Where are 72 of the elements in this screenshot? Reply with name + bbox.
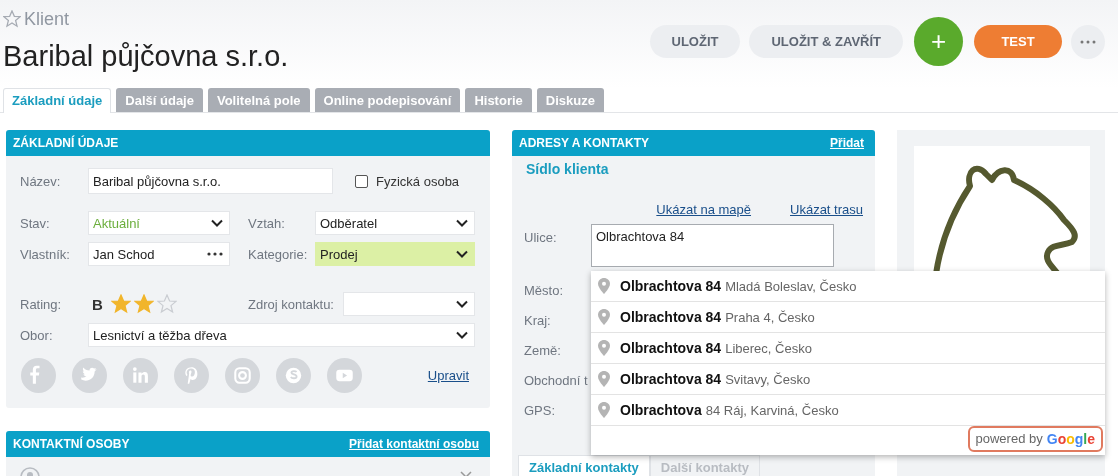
social-link-icon[interactable] (276, 358, 311, 393)
source-select[interactable] (343, 292, 475, 316)
suggestion-item[interactable]: Olbrachtova 84 Praha 4, Česko (591, 302, 1105, 333)
social-link-icon[interactable] (123, 358, 158, 393)
star-icon[interactable] (156, 294, 177, 314)
star-icon[interactable] (133, 294, 154, 314)
category-select[interactable]: Prodej (315, 242, 475, 266)
star-icon[interactable] (110, 294, 131, 314)
field-label: Zdroj kontaktu: (248, 296, 335, 312)
attribution-badge: powered by Google (967, 426, 1103, 452)
more-button[interactable] (1071, 24, 1105, 59)
name-input[interactable]: Baribal půjčovna s.r.o. (88, 168, 333, 194)
field-label: GPS: (524, 402, 557, 418)
field-label: Kraj: (524, 312, 552, 328)
social-link-icon[interactable] (225, 358, 260, 393)
chevron-down-icon (211, 219, 223, 227)
social-link-icon[interactable] (21, 358, 56, 393)
tab[interactable]: Základní údaje (3, 88, 112, 113)
save-button[interactable]: ULOŽIT & ZAVŘÍT (749, 25, 903, 58)
pin-icon (598, 309, 610, 325)
chevron-down-icon (456, 219, 468, 227)
checkbox-label: Fyzická osoba (376, 173, 460, 189)
field-label: Stav: (20, 215, 51, 231)
field-label: Město: (524, 282, 564, 298)
status-select[interactable]: Aktuální (88, 211, 230, 235)
pin-icon (598, 402, 610, 418)
page-title: Baribal půjčovna s.r.o. (3, 39, 289, 73)
field-label: Kategorie: (248, 246, 309, 262)
add-contact-link[interactable]: Přidat kontaktní osobu (349, 437, 479, 451)
field-label: Obor: (20, 327, 54, 343)
field-label: Název: (20, 173, 62, 189)
more-icon (1080, 39, 1096, 44)
field-label: Vztah: (248, 215, 286, 231)
panel-title: ZÁKLADNÍ ÚDAJE (13, 136, 119, 150)
save-button[interactable]: ULOŽIT (649, 25, 741, 58)
social-link-icon[interactable] (72, 358, 107, 393)
suggestion-item[interactable]: Olbrachtova 84 Ráj, Karviná, Česko (591, 395, 1105, 426)
test-button[interactable]: TEST (974, 25, 1062, 58)
more-icon[interactable] (207, 252, 223, 256)
social-link-icon[interactable] (327, 358, 362, 393)
map-link[interactable]: Ukázat na mapě (656, 202, 751, 217)
section-heading: Sídlo klienta (525, 161, 610, 179)
relation-select[interactable]: Odběratel (315, 211, 475, 235)
street-input[interactable]: Olbrachtova 84 (591, 224, 834, 267)
edit-link[interactable]: Upravit (427, 368, 469, 383)
pin-icon (598, 340, 610, 356)
suggestion-item[interactable]: Olbrachtova 84 Mladá Boleslav, Česko (591, 271, 1105, 302)
add-address-link[interactable]: Přidat (830, 136, 864, 150)
field-label: Ulice: (524, 229, 558, 245)
owner-field[interactable]: Jan Schod (88, 242, 230, 266)
checkbox[interactable] (355, 174, 368, 188)
field-label: Země: (524, 342, 562, 358)
record-type: Klient (24, 8, 70, 30)
field-label: Obchodní t (524, 372, 589, 388)
add-button[interactable]: + (914, 17, 963, 66)
rating-grade: B (92, 295, 103, 313)
star-icon[interactable] (3, 10, 21, 28)
field-label: Rating: (20, 296, 63, 312)
suggestion-item[interactable]: Olbrachtova 84 Liberec, Česko (591, 333, 1105, 364)
industry-select[interactable]: Lesnictví a těžba dřeva (88, 323, 475, 347)
suggestion-item[interactable]: Olbrachtova 84 Svitavy, Česko (591, 364, 1105, 395)
pin-icon (598, 371, 610, 387)
pin-icon (598, 278, 610, 294)
tab[interactable]: Základní kontakty (518, 455, 650, 476)
chevron-down-icon (456, 331, 468, 339)
field-label: Vlastník: (20, 246, 71, 262)
chevron-down-icon (456, 250, 468, 258)
panel-title: ADRESY A KONTAKTY (519, 136, 649, 150)
social-link-icon[interactable] (174, 358, 209, 393)
chevron-down-icon (456, 300, 468, 308)
map-link[interactable]: Ukázat trasu (790, 202, 863, 217)
panel-title: KONTAKTNÍ OSOBY (13, 437, 130, 451)
